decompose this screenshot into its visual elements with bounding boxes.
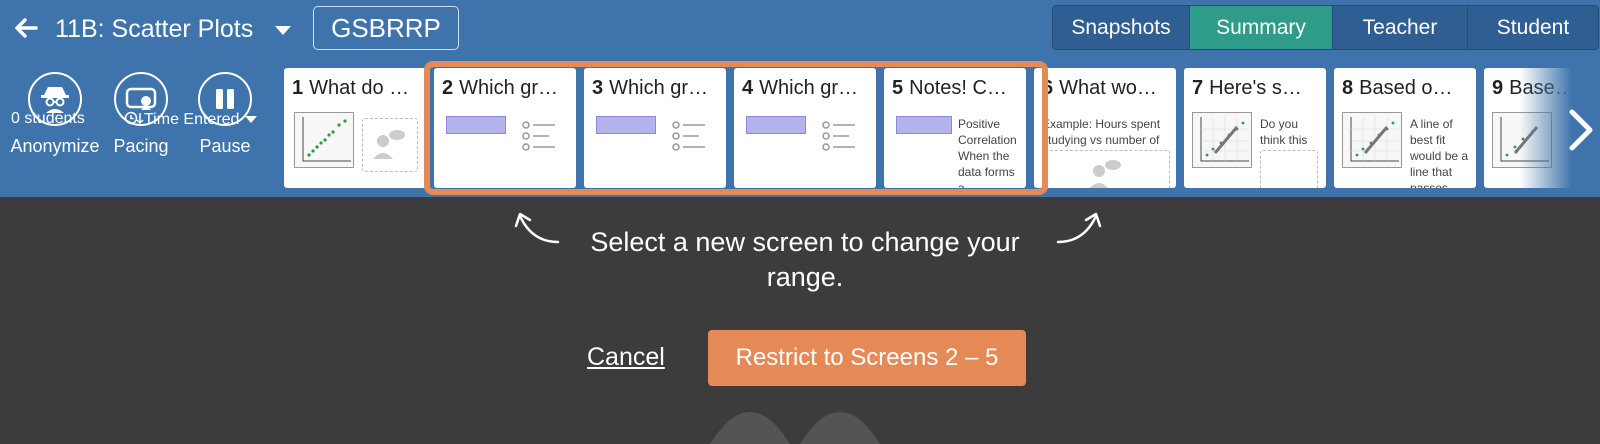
screen-card[interactable]: 7 Here's s… Do you think this (1184, 68, 1326, 188)
activity-title[interactable]: 11B: Scatter Plots (55, 12, 253, 46)
screen-preview-text: Example: Hours spent studying vs number … (1042, 117, 1161, 147)
selected-range-frame (424, 61, 1048, 195)
chevron-down-icon (245, 116, 258, 124)
scatter-thumbnail-icon (1342, 112, 1402, 168)
chevron-down-icon[interactable] (275, 26, 291, 35)
restrict-screens-button[interactable]: Restrict to Screens 2 – 5 (708, 330, 1026, 386)
anonymize-label: Anonymize (10, 136, 100, 156)
pause-icon (216, 89, 234, 109)
screen-card[interactable]: 6 What wo… Example: Hours spent studying … (1034, 68, 1176, 188)
screen-card[interactable]: 8 Based o… A line of best fit would be a … (1334, 68, 1476, 188)
screen-preview-text: Do you think this (1260, 117, 1308, 147)
chevron-right-icon[interactable] (1566, 108, 1596, 160)
pause-label: Pause (199, 136, 251, 156)
sort-dropdown[interactable]: Time Entered (124, 110, 258, 129)
range-instruction: Select a new screen to change your range… (590, 227, 1020, 292)
curved-arrow-up-right-icon (1056, 212, 1102, 244)
people-thumbnail-icon (362, 118, 418, 172)
people-thumbnail-icon (1260, 150, 1318, 188)
scatter-thumbnail-icon (294, 112, 354, 168)
back-arrow-icon[interactable] (12, 14, 40, 42)
screen-title: 1 What do … (292, 77, 410, 99)
cancel-button[interactable]: Cancel (587, 343, 665, 372)
tab-snapshots[interactable]: Snapshots (1053, 6, 1190, 49)
tab-teacher[interactable]: Teacher (1333, 6, 1468, 49)
screen-title: 7 Here's s… (1192, 77, 1302, 99)
screen-title: 8 Based o… (1342, 77, 1453, 99)
students-count: 0 students (11, 110, 85, 127)
class-code: GSBRRP (313, 6, 459, 50)
screen-title: 6 What wo… (1042, 77, 1157, 99)
people-thumbnail-icon (1042, 150, 1170, 188)
tab-student[interactable]: Student (1468, 6, 1598, 49)
screen-card[interactable]: 1 What do … (284, 68, 426, 188)
view-tabs: Snapshots Summary Teacher Student (1052, 5, 1599, 50)
sort-label: Time Entered (144, 111, 240, 128)
screen-preview-text: A line of best fit would be a line that … (1410, 117, 1469, 188)
tab-summary[interactable]: Summary (1190, 6, 1333, 49)
clock-sort-icon (124, 111, 144, 125)
pacing-label: Pacing (113, 136, 169, 156)
scatter-thumbnail-icon (1192, 112, 1252, 168)
top-header: 11B: Scatter Plots GSBRRP Snapshots Summ… (0, 0, 1600, 60)
curved-arrow-up-left-icon (514, 212, 560, 244)
